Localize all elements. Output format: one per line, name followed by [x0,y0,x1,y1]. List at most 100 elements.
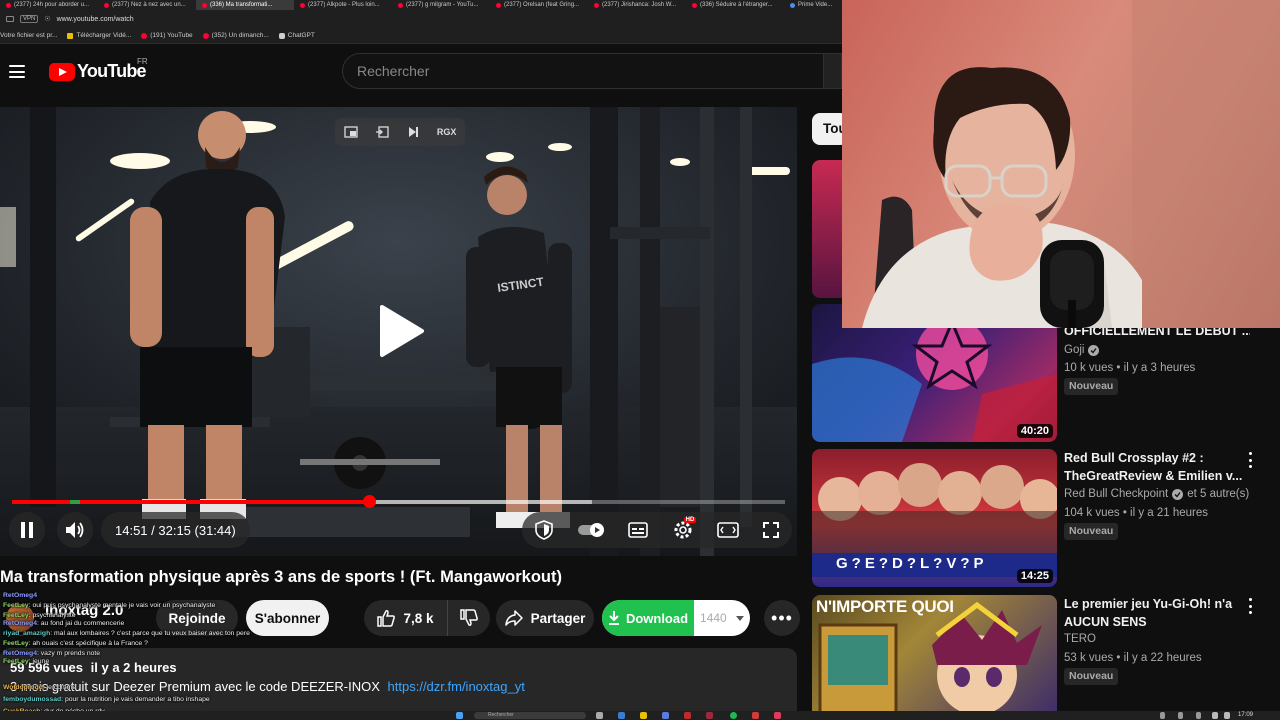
url-text[interactable]: www.youtube.com/watch [57,16,134,23]
download-action[interactable]: Download [602,600,694,636]
browser-tab[interactable]: (336) Ma transformati... [196,0,294,10]
share-button[interactable]: Partager [496,600,594,636]
taskbar-app-icon[interactable] [662,712,669,719]
browser-tab[interactable]: Prime Vide... [784,0,842,10]
related-video-thumbnail[interactable]: N'IMPORTE QUOI [812,595,1057,720]
chat-username[interactable]: FeetLey [3,612,29,619]
tray-icon[interactable] [1196,712,1201,719]
chat-username[interactable]: riyad_amazigh [3,630,50,637]
new-badge: Nouveau [1064,668,1119,685]
related-video-title[interactable]: Red Bull Crossplay #2 : TheGreatReview &… [1064,449,1244,485]
related-video-channel[interactable]: TERO [1064,633,1096,645]
vpn-badge[interactable]: VPN [20,15,39,23]
play-icon[interactable] [372,303,428,359]
related-video-thumbnail[interactable]: G?E?D?L?V?P 14:25 [812,449,1057,587]
taskbar-app-icon[interactable] [640,712,647,719]
taskbar-app-icon[interactable] [684,712,691,719]
download-label: Download [625,610,689,626]
chat-username[interactable]: RetOmeg4 [3,620,37,627]
task-view-icon[interactable] [596,712,603,719]
site-info-icon[interactable] [6,16,14,22]
taskbar-app-icon[interactable] [774,712,781,719]
logo-text: YouTube [77,61,147,81]
bookmark-item[interactable]: ChatGPT [278,32,315,39]
browser-tab[interactable]: (336) Séduire à l'étranger... [686,0,784,10]
taskbar-search[interactable]: Rechercher [474,712,586,719]
rgx-label[interactable]: RGX [437,127,457,137]
browser-tab[interactable]: (2377) Orelsan (feat Gring... [490,0,588,10]
bookmark-item[interactable]: Télécharger Vidé... [67,32,131,39]
taskbar-app-icon[interactable] [706,712,713,719]
right-controls: HD [522,512,792,548]
picture-in-picture-icon[interactable] [343,125,358,139]
time-display: 14:51 / 32:15 (31:44) [101,512,250,548]
thumbs-down-icon [460,609,478,626]
browser-tab[interactable]: (2377) g milgram - YouTu... [392,0,490,10]
volume-button[interactable] [57,512,93,548]
theater-mode-icon[interactable] [717,522,739,538]
dislike-button[interactable] [448,600,490,636]
autoplay-toggle[interactable] [577,522,605,538]
more-vertical-icon[interactable] [1246,598,1254,614]
video-player[interactable]: ISTINCT RGX 14:51 / 32:15 (31:44) HD [0,107,797,556]
chevron-down-icon[interactable] [736,616,744,621]
bookmark-item[interactable]: Votre fichier est pr... [0,32,57,39]
taskbar-app-icon[interactable] [618,712,625,719]
related-video-channel[interactable]: Red Bull Checkpoint et 5 autre(s) [1064,488,1249,500]
browser-tab-label: Prime Vide... [798,2,833,8]
chat-text: : vazy m prends note [37,650,101,657]
like-button[interactable]: 7,8 k [364,600,448,636]
search-input[interactable]: Rechercher [342,53,824,89]
like-count: 7,8 k [403,610,434,626]
chat-username[interactable]: femboydumossad [3,696,61,703]
pause-button[interactable] [9,512,45,548]
browser-tab[interactable]: (2377) Nez à nez avec un... [98,0,196,10]
volume-icon[interactable] [1224,712,1230,719]
address-bar[interactable]: VPN ☉ www.youtube.com/watch [0,10,842,28]
miniplayer-icon[interactable] [375,125,389,139]
browser-tab[interactable]: (2377) Jirishanca: Josh W... [588,0,686,10]
settings-icon[interactable]: HD [672,517,697,541]
chat-username[interactable]: RetOmeg4 [3,650,37,657]
chat-message: FeetLey: psychanalyste [3,612,76,620]
related-video-channel[interactable]: Goji [1064,344,1100,356]
next-icon[interactable] [406,125,420,139]
rail-partial-thumb[interactable] [812,160,842,298]
related-video-title[interactable]: Le premier jeu Yu-Gi-Oh! n'a AUCUN SENS [1064,595,1244,631]
menu-icon[interactable] [9,65,25,78]
more-actions-button[interactable]: ••• [764,600,800,636]
webcam-frame [862,0,1280,328]
browser-tab[interactable]: (2377) Alkpote - Plus loin... [294,0,392,10]
chat-username[interactable]: Woldoprodd [3,684,43,691]
bookmark-item[interactable]: (352) Un dimanch... [202,32,269,39]
browser-tab[interactable]: (2377) 24h pour aborder u... [0,0,98,10]
chat-username[interactable]: FeetLey [3,640,29,647]
download-icon [608,611,619,625]
spotify-icon[interactable] [730,712,737,719]
subtitles-icon[interactable] [628,522,649,538]
youtube-icon [104,2,109,8]
logo-country-code: FR [137,57,148,66]
download-resolution[interactable]: 1440 [700,600,727,636]
taskbar-app-icon[interactable] [752,712,759,719]
more-vertical-icon[interactable] [1246,452,1254,468]
chat-message: RetOmeg4: vazy m prends note [3,650,100,658]
youtube-icon [6,2,11,8]
chat-username[interactable]: RetOmeg4 [3,592,37,599]
search-button[interactable] [824,53,842,89]
tray-icon[interactable] [1160,712,1165,719]
wifi-icon[interactable] [1212,712,1218,719]
chat-username[interactable]: FeetLey [3,602,29,609]
progress-bar[interactable] [12,495,785,508]
stream-chat-overlay: RetOmeg4 FeetLey: oui puis psychanalyste … [0,592,300,720]
shield-icon[interactable] [534,520,554,540]
tray-icon[interactable] [1178,712,1183,719]
bookmark-item[interactable]: (191) YouTube [141,32,193,39]
description-link[interactable]: https://dzr.fm/inoxtag_yt [388,679,525,694]
download-button[interactable]: Download 1440 [602,600,750,636]
bookmark-folder-icon [67,32,74,39]
windows-start-icon[interactable] [456,712,463,719]
fullscreen-icon[interactable] [762,521,780,539]
youtube-logo[interactable]: YouTube FR [49,57,148,82]
chat-username[interactable]: FeetLey [3,658,29,665]
